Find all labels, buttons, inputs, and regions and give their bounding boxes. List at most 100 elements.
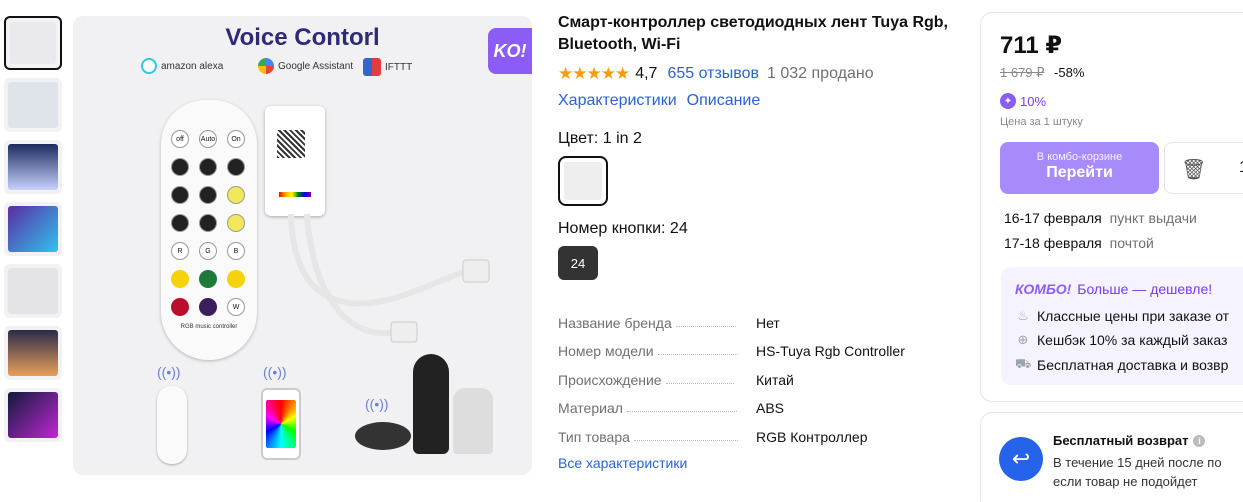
combo-benefit-text: Бесплатная доставка и возвр: [1037, 357, 1229, 373]
color-option-1in2[interactable]: [558, 156, 608, 206]
go-to-combo-cart-button[interactable]: В комбо-корзине Перейти: [1000, 142, 1159, 194]
remote-auto-button: Auto: [199, 130, 217, 148]
remote-w-button: W: [227, 298, 245, 316]
old-price: 1 679 ₽: [1000, 65, 1045, 80]
spec-key: Происхождение: [558, 371, 662, 388]
plus-circle-icon: ⊕: [1017, 332, 1029, 347]
ifttt-label: IFTTT: [385, 61, 413, 73]
trash-icon[interactable]: 🗑: [1181, 157, 1206, 182]
phone-illustration: [261, 388, 301, 460]
combo-promo[interactable]: КОМБО! Больше — дешевле! ♨ Классные цены…: [1001, 267, 1243, 385]
spec-row: Происхождение Китай: [558, 359, 958, 388]
ifttt-badge: IFTTT: [363, 58, 412, 76]
combo-benefit: ♨ Классные цены при заказе от: [1015, 308, 1229, 324]
thumbnail-list: [4, 16, 62, 450]
description-link[interactable]: Описание: [687, 92, 761, 110]
remote-label: RGB music controller: [180, 324, 238, 330]
echo-dot-illustration: [355, 422, 411, 450]
color-label: Цвет: 1 in 2: [558, 130, 642, 147]
reviews-link[interactable]: 655 отзывов: [667, 65, 759, 83]
combo-benefit: ⊕ Кешбэк 10% за каждый заказ: [1015, 332, 1228, 348]
truck-icon: ⛟: [1015, 356, 1032, 371]
thumbnail-6[interactable]: [4, 326, 62, 380]
go-button-subtitle: В комбо-корзине: [1036, 151, 1123, 163]
wave-icon: ((•)): [157, 364, 181, 380]
remote-b-button: B: [227, 242, 245, 260]
return-arrow-icon: ↩: [999, 437, 1043, 481]
wave-icon: ((•)): [263, 364, 287, 380]
cashback-icon: ✦: [1000, 93, 1016, 109]
thumbnail-1[interactable]: [4, 16, 62, 70]
returns-box: ↩ Бесплатный возврат i В течение 15 дней…: [980, 412, 1243, 502]
spec-value: Китай: [756, 371, 794, 388]
spec-key: Название бренда: [558, 314, 672, 331]
spec-value: Нет: [756, 314, 780, 331]
spec-value: ABS: [756, 400, 785, 416]
combo-benefit-text: Классные цены при заказе от: [1037, 308, 1230, 324]
ko-badge: KO!: [488, 28, 532, 74]
quantity-value[interactable]: 1: [1239, 159, 1243, 177]
remote-g-button: G: [199, 242, 217, 260]
product-info: Смарт-контроллер светодиодных лент Tuya …: [558, 12, 958, 471]
old-price-row: 1 679 ₽ -58%: [1000, 65, 1084, 81]
delivery-option-post: 17-18 февраля почтой: [1004, 235, 1154, 251]
main-product-image[interactable]: Voice Contorl KO! amazon alexa Google As…: [73, 16, 532, 475]
spec-list: Название бренда Нет Номер модели HS-Tuya…: [558, 302, 958, 445]
spec-value: HS-Tuya Rgb Controller: [756, 343, 905, 359]
all-specs-link[interactable]: Все характеристики: [558, 455, 958, 471]
sold-count: 1 032 продано: [767, 65, 874, 82]
remote-r-button: R: [171, 242, 189, 260]
remote-illustration: off Auto On R G B W RGB music controller: [161, 100, 257, 360]
combo-benefit: ⛟ Бесплатная доставка и возвр: [1015, 356, 1228, 374]
cable-illustration: [288, 213, 490, 343]
google-assistant-badge: Google Assistant: [258, 58, 353, 74]
delivery-method: пункт выдачи: [1109, 210, 1197, 226]
delivery-method: почтой: [1109, 235, 1154, 251]
alexa-label: amazon alexa: [161, 60, 224, 72]
fire-icon: ♨: [1017, 308, 1029, 323]
spec-row: Номер модели HS-Tuya Rgb Controller: [558, 331, 958, 359]
image-heading: Voice Contorl: [225, 24, 380, 51]
go-button-label: Перейти: [1046, 164, 1113, 181]
alexa-badge: amazon alexa: [141, 58, 223, 74]
returns-title-row: Бесплатный возврат i: [1053, 433, 1206, 448]
remote-on-button: On: [227, 130, 245, 148]
echo-speaker-illustration: [413, 354, 449, 454]
google-assistant-icon: [258, 58, 274, 74]
combo-logo: КОМБО!: [1015, 281, 1072, 297]
spec-row: Материал ABS: [558, 388, 958, 416]
buy-box: 711 ₽ 1 679 ₽ -58% ✦ 10% Цена за 1 штуку…: [980, 12, 1243, 402]
wave-icon: ((•)): [365, 396, 389, 412]
thumbnail-4[interactable]: [4, 202, 62, 256]
spec-row: Название бренда Нет: [558, 302, 958, 331]
combo-tagline: Больше — дешевле!: [1077, 281, 1213, 297]
controller-illustration: [265, 106, 325, 216]
product-title: Смарт-контроллер светодиодных лент Tuya …: [558, 14, 948, 53]
spec-key: Тип товара: [558, 428, 630, 445]
cashback: ✦ 10%: [1000, 93, 1046, 109]
button-count-option[interactable]: 24: [558, 246, 598, 280]
alexa-icon: [141, 58, 157, 74]
info-links: Характеристики Описание: [558, 92, 958, 110]
ifttt-icon: [363, 58, 381, 76]
delivery-date: 17-18 февраля: [1004, 235, 1102, 251]
thumbnail-2[interactable]: [4, 78, 62, 132]
combo-header: КОМБО! Больше — дешевле!: [1015, 281, 1212, 297]
returns-title: Бесплатный возврат: [1053, 433, 1189, 448]
info-icon[interactable]: i: [1193, 434, 1206, 447]
rating-value: 4,7: [635, 65, 658, 82]
spec-key: Материал: [558, 400, 623, 416]
thumbnail-7[interactable]: [4, 388, 62, 442]
per-unit-note: Цена за 1 штуку: [1000, 116, 1083, 128]
price: 711 ₽: [1000, 32, 1063, 59]
quantity-stepper: 🗑 1: [1164, 142, 1243, 194]
remote-off-button: off: [171, 130, 189, 148]
thumbnail-3[interactable]: [4, 140, 62, 194]
characteristics-link[interactable]: Характеристики: [558, 92, 677, 110]
button-count-label: Номер кнопки: 24: [558, 220, 688, 237]
rating-stars-icon: ★★★★★: [558, 64, 630, 83]
returns-text: В течение 15 дней после по если товар не…: [1053, 455, 1222, 489]
discount: -58%: [1054, 65, 1085, 80]
thumbnail-5[interactable]: [4, 264, 62, 318]
rating-row: ★★★★★ 4,7 655 отзывов 1 032 продано: [558, 64, 958, 84]
